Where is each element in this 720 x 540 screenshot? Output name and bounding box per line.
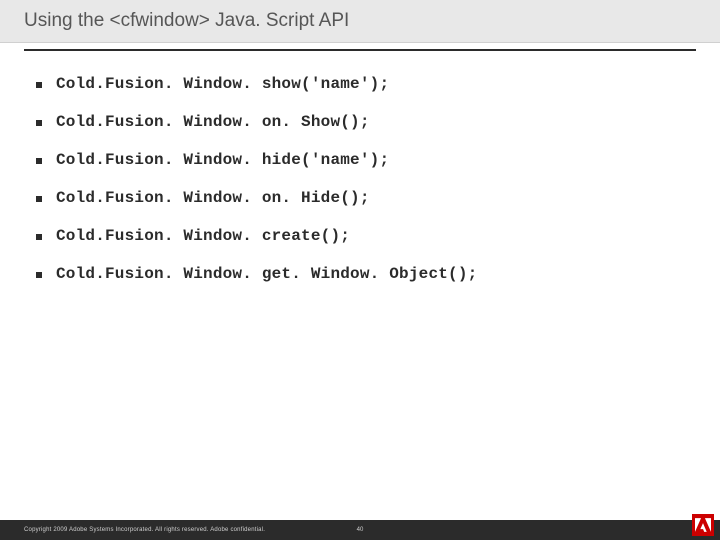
list-item: Cold.Fusion. Window. show('name');: [36, 75, 684, 93]
code-line: Cold.Fusion. Window. on. Hide();: [56, 189, 370, 207]
code-line: Cold.Fusion. Window. hide('name');: [56, 151, 389, 169]
page-title: Using the <cfwindow> Java. Script API: [24, 10, 696, 32]
bullet-icon: [36, 272, 42, 278]
list-item: Cold.Fusion. Window. hide('name');: [36, 151, 684, 169]
bullet-icon: [36, 234, 42, 240]
list-item: Cold.Fusion. Window. on. Hide();: [36, 189, 684, 207]
page-number: 40: [357, 527, 364, 533]
code-line: Cold.Fusion. Window. get. Window. Object…: [56, 265, 477, 283]
bullet-icon: [36, 82, 42, 88]
adobe-logo-icon: [692, 514, 714, 536]
bullet-icon: [36, 158, 42, 164]
title-bar: Using the <cfwindow> Java. Script API: [0, 0, 720, 43]
copyright-text: Copyright 2009 Adobe Systems Incorporate…: [24, 527, 265, 533]
list-item: Cold.Fusion. Window. create();: [36, 227, 684, 245]
list-item: Cold.Fusion. Window. on. Show();: [36, 113, 684, 131]
footer-bar: Copyright 2009 Adobe Systems Incorporate…: [0, 520, 720, 540]
content-area: Cold.Fusion. Window. show('name'); Cold.…: [0, 51, 720, 283]
list-item: Cold.Fusion. Window. get. Window. Object…: [36, 265, 684, 283]
bullet-icon: [36, 120, 42, 126]
code-line: Cold.Fusion. Window. on. Show();: [56, 113, 370, 131]
code-line: Cold.Fusion. Window. create();: [56, 227, 350, 245]
code-line: Cold.Fusion. Window. show('name');: [56, 75, 389, 93]
bullet-icon: [36, 196, 42, 202]
